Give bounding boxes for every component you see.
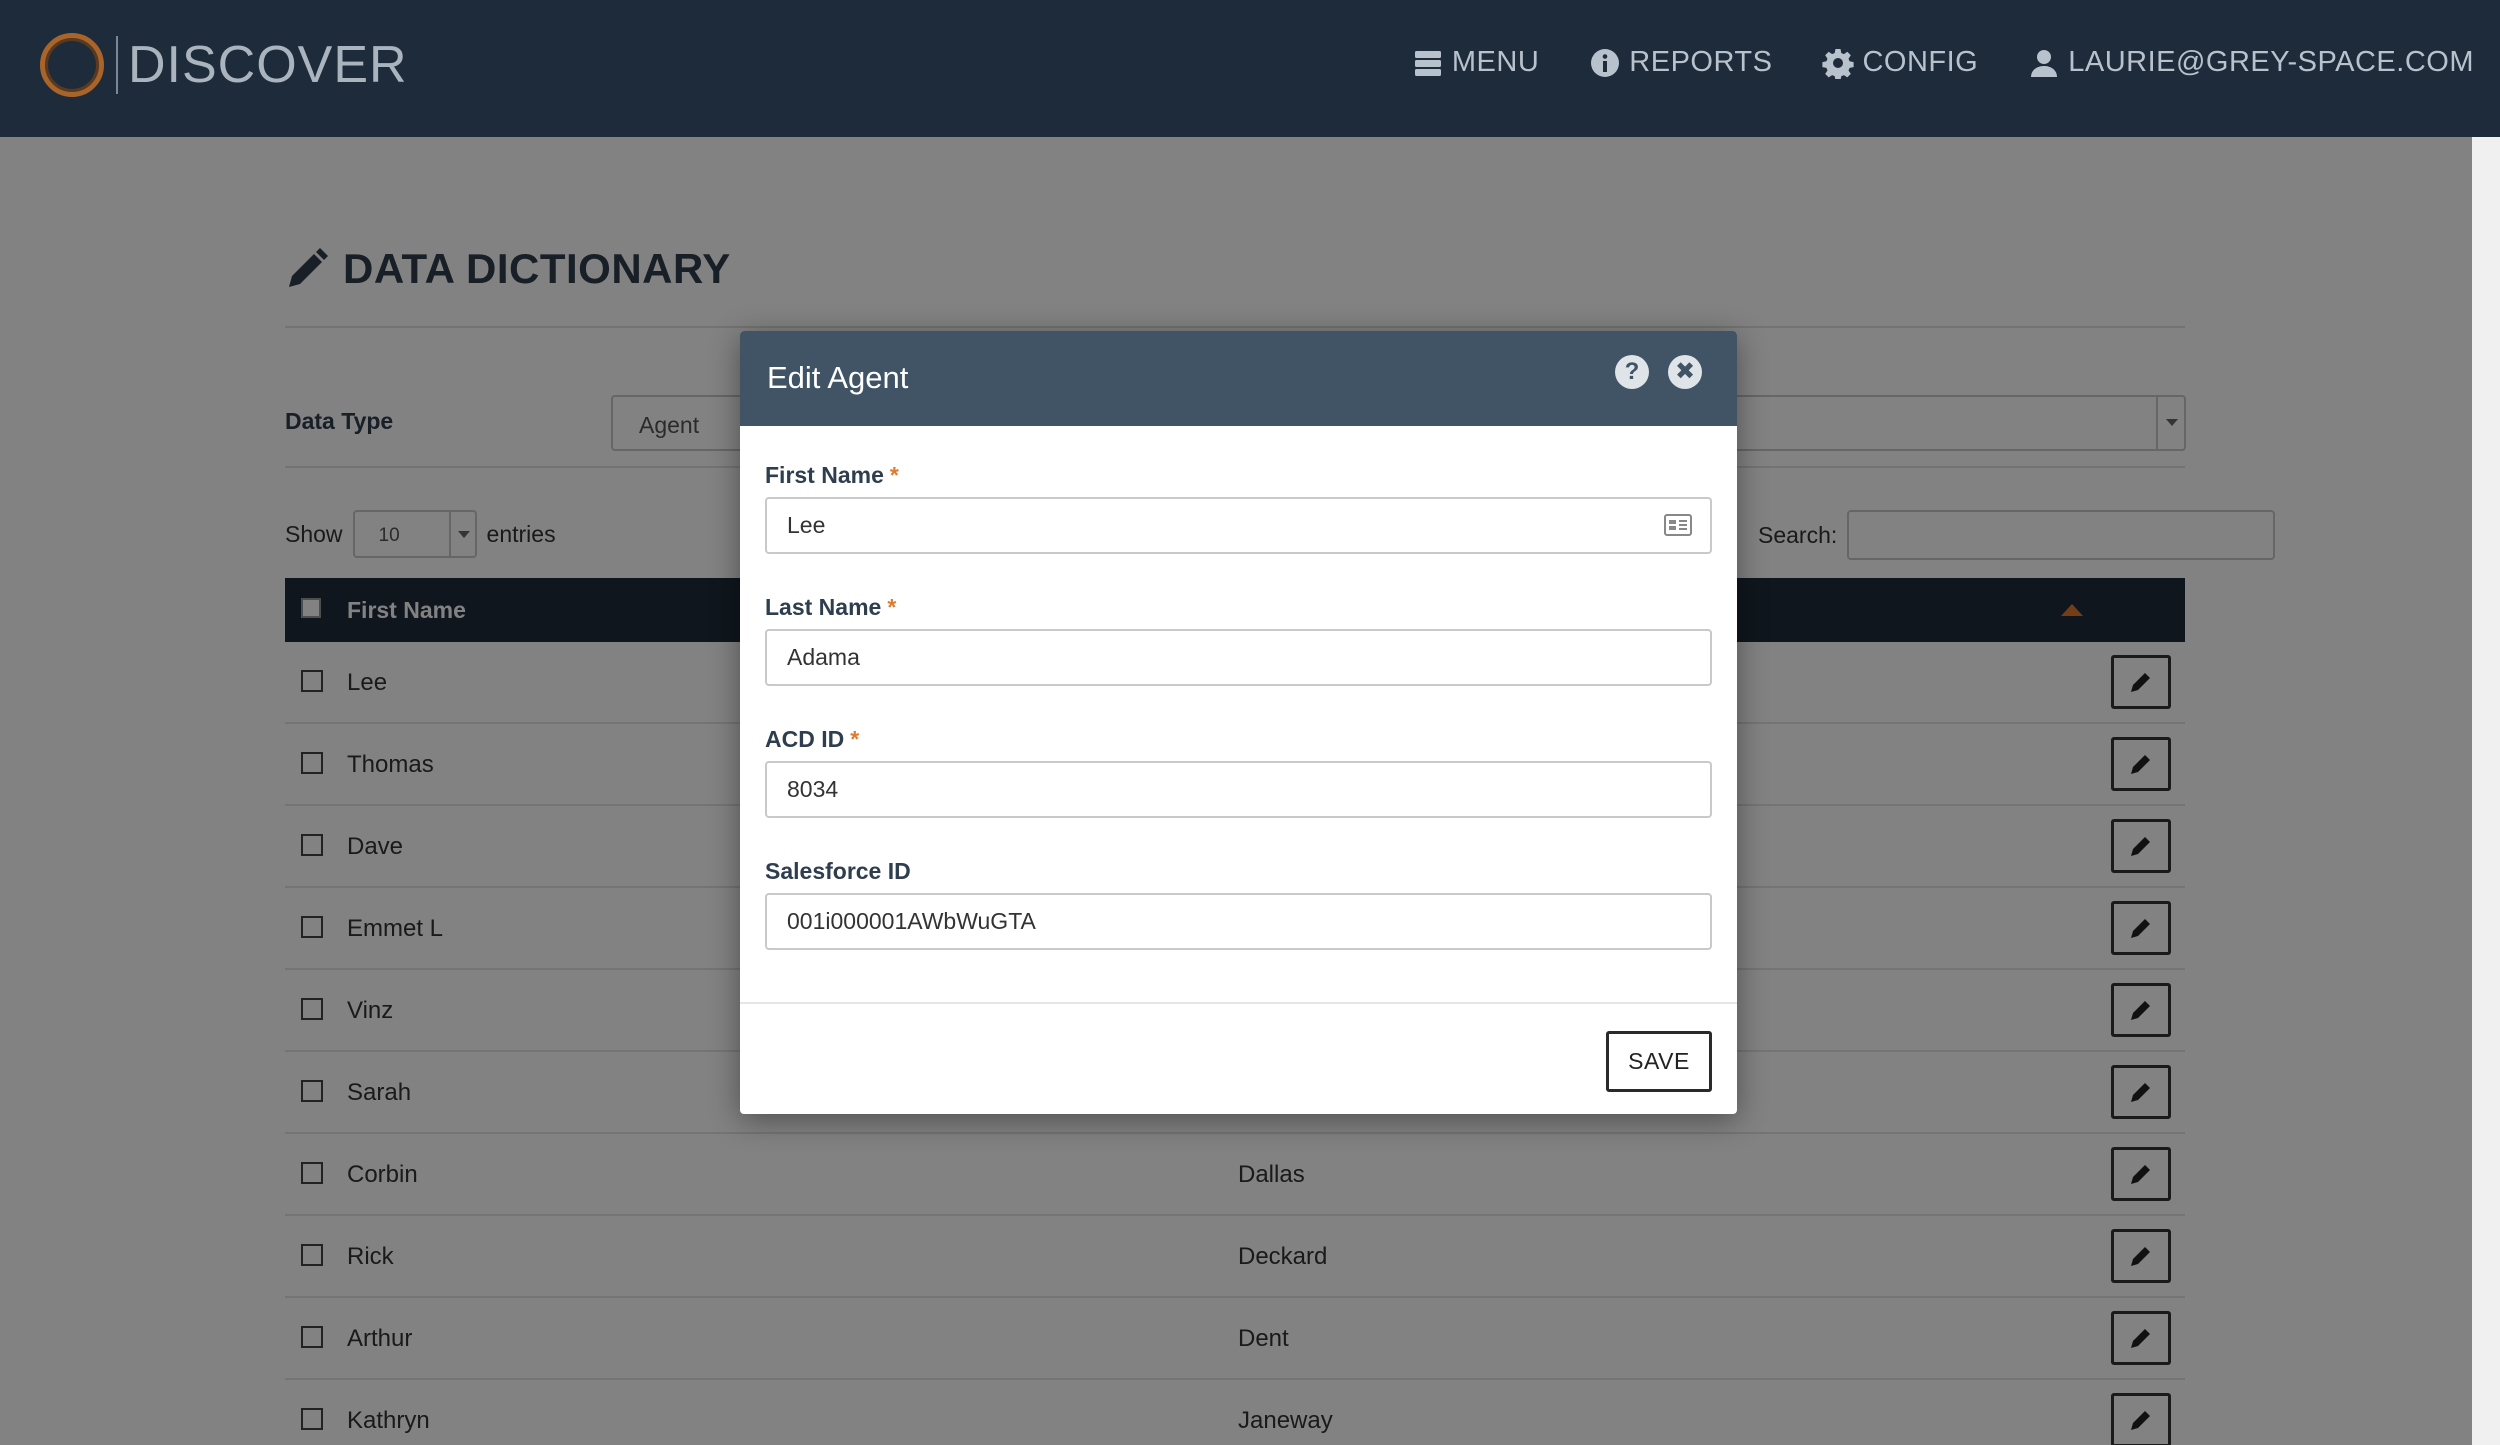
- modal-title: Edit Agent: [767, 360, 909, 395]
- info-icon: [1591, 48, 1620, 77]
- gear-icon: [1822, 48, 1855, 79]
- logo-ring-icon: [40, 33, 104, 97]
- contact-card-icon[interactable]: [1664, 513, 1692, 537]
- save-button[interactable]: SAVE: [1606, 1031, 1712, 1092]
- salesforce-id-input[interactable]: 001i000001AWbWuGTA: [765, 893, 1712, 950]
- server-icon: [1414, 50, 1441, 76]
- modal-header: Edit Agent ? ✖: [740, 331, 1737, 426]
- edit-agent-modal: Edit Agent ? ✖ First Name * Lee Last Name…: [740, 331, 1737, 1114]
- nav-menu-label: MENU: [1451, 46, 1540, 78]
- nav-reports[interactable]: REPORTS: [1589, 46, 1772, 79]
- close-button[interactable]: ✖: [1668, 355, 1702, 389]
- modal-footer-divider: [740, 1002, 1737, 1004]
- first-name-input[interactable]: Lee: [765, 497, 1712, 554]
- page-scrollbar[interactable]: [2472, 137, 2500, 1445]
- last-name-input[interactable]: Adama: [765, 629, 1712, 686]
- app-logo[interactable]: DISCOVER: [40, 33, 408, 97]
- nav-reports-label: REPORTS: [1629, 46, 1773, 78]
- nav-config-label: CONFIG: [1862, 46, 1979, 78]
- top-navbar: DISCOVER MENU REPORTS CONFIG LAURIE@GREY…: [0, 0, 2500, 137]
- nav-config[interactable]: CONFIG: [1822, 46, 1978, 79]
- first-name-label: First Name *: [765, 462, 899, 488]
- last-name-label: Last Name *: [765, 594, 897, 620]
- help-button[interactable]: ?: [1615, 355, 1649, 389]
- acd-id-input[interactable]: 8034: [765, 761, 1712, 818]
- logo-divider: [116, 36, 118, 94]
- salesforce-id-label: Salesforce ID: [765, 858, 911, 884]
- nav-user-label: LAURIE@GREY-SPACE.COM: [2068, 46, 2474, 78]
- main-nav: MENU REPORTS CONFIG LAURIE@GREY-SPACE.CO…: [1412, 46, 2474, 79]
- nav-user[interactable]: LAURIE@GREY-SPACE.COM: [2028, 46, 2474, 79]
- nav-menu[interactable]: MENU: [1412, 46, 1539, 79]
- acd-id-label: ACD ID *: [765, 726, 860, 752]
- logo-text: DISCOVER: [128, 36, 408, 94]
- user-icon: [2031, 49, 2058, 77]
